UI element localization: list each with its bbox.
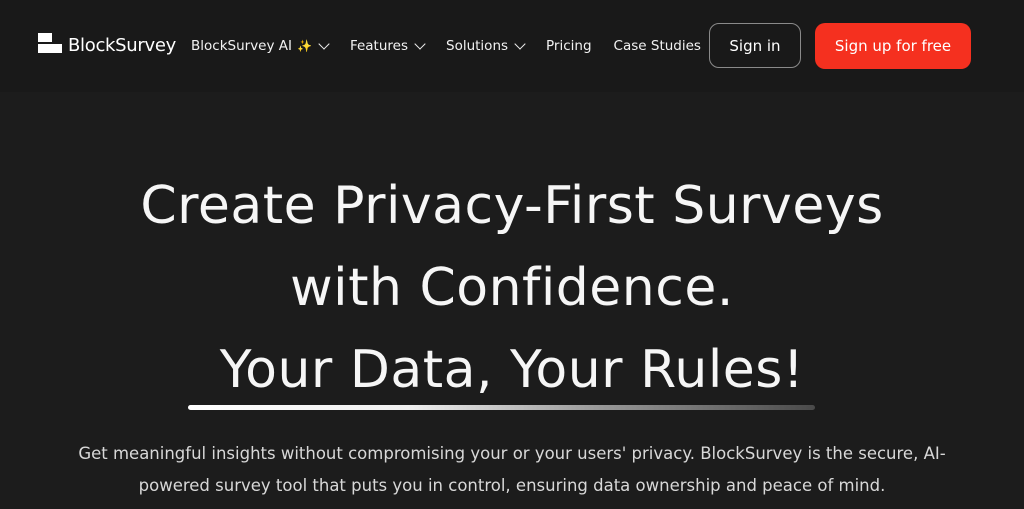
sign-up-button[interactable]: Sign up for free — [815, 23, 971, 69]
nav-item-label: Features — [349, 38, 408, 54]
hero-subtitle-line-1: Get meaningful insights without compromi… — [78, 444, 946, 463]
hero-title-line-2: with Confidence. — [290, 258, 734, 318]
hero-underline — [188, 405, 815, 410]
chevron-down-icon — [514, 38, 526, 50]
nav-item-label: Solutions — [446, 38, 509, 54]
hero-subtitle-line-2: powered survey tool that puts you in con… — [138, 476, 886, 495]
nav-item-label: BlockSurvey AI — [191, 38, 292, 54]
brand-logo[interactable]: BlockSurvey — [38, 33, 176, 57]
top-navbar: BlockSurvey BlockSurvey AI ✨ Features So… — [0, 0, 1024, 92]
nav-item-label: Pricing — [546, 38, 592, 54]
main-nav: BlockSurvey AI ✨ Features Solutions Pric… — [191, 36, 723, 56]
nav-item-case-studies[interactable]: Case Studies — [614, 38, 701, 54]
sign-in-button[interactable]: Sign in — [709, 23, 801, 68]
hero-title-line-1: Create Privacy-First Surveys — [140, 176, 884, 236]
chevron-down-icon — [414, 38, 426, 50]
chevron-down-icon — [318, 38, 330, 50]
brand-name: BlockSurvey — [68, 34, 176, 56]
logo-icon — [38, 33, 62, 57]
nav-item-solutions[interactable]: Solutions — [446, 38, 526, 54]
nav-item-features[interactable]: Features — [349, 38, 426, 54]
landing-page: BlockSurvey BlockSurvey AI ✨ Features So… — [0, 0, 1024, 509]
nav-item-label: Case Studies — [613, 38, 701, 54]
nav-item-blocksurvey-ai[interactable]: BlockSurvey AI ✨ — [191, 38, 330, 54]
hero-title-line-3: Your Data, Your Rules! — [219, 340, 805, 400]
sparkle-icon: ✨ — [296, 39, 312, 53]
nav-item-pricing[interactable]: Pricing — [546, 38, 592, 54]
